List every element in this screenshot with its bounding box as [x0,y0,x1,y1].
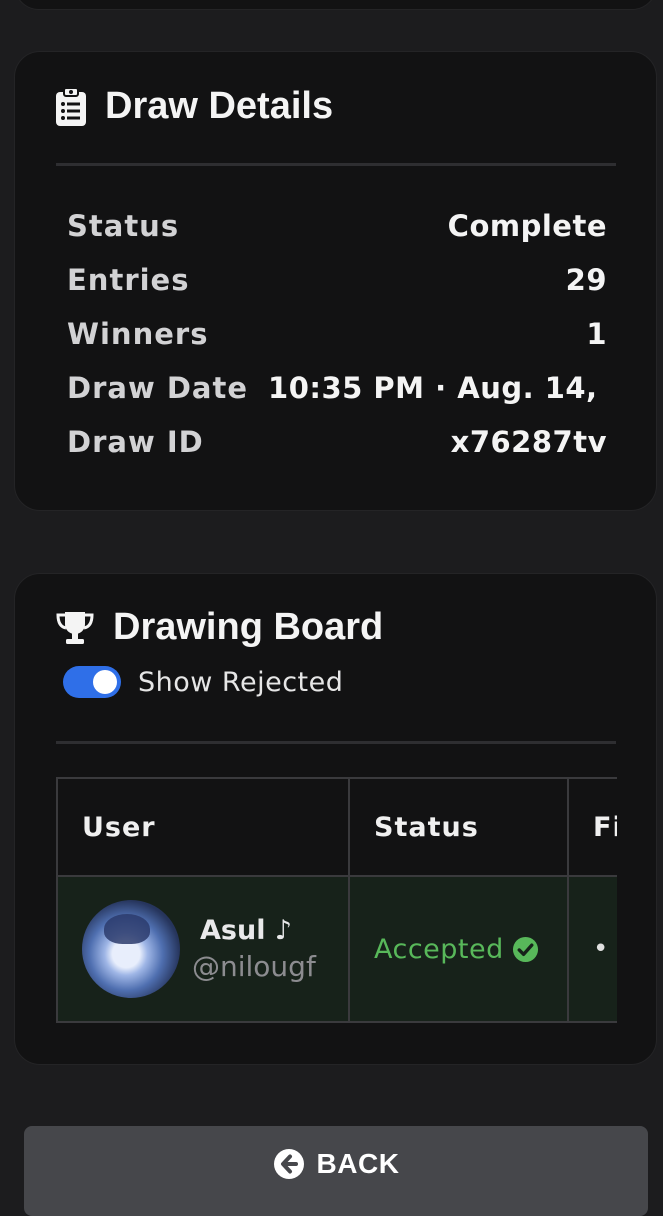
arrow-circle-left-icon [273,1149,304,1179]
status-value: Complete [447,209,607,243]
table-header-row: User Status Fi [56,777,617,877]
show-rejected-label: Show Rejected [138,666,344,698]
clipboard-list-icon [56,86,86,126]
previous-card [14,0,657,10]
status-accepted-text: Accepted [374,933,504,965]
board-divider [56,741,616,744]
info-row-draw-date: Draw Date 10:35 PM · Aug. 14, 20 [67,368,607,408]
avatar[interactable] [82,900,180,998]
draw-id-label: Draw ID [67,425,204,459]
winners-label: Winners [67,317,209,351]
status-cell: Accepted [348,875,569,1023]
user-name[interactable]: Asul ♪ [200,915,316,946]
draw-date-value: 10:35 PM · Aug. 14, 20 [268,371,607,405]
info-row-status: Status Complete [67,206,607,246]
table-row: Asul ♪ @nilougf Accepted • [56,875,617,1023]
fi-cell: • N [567,875,617,1023]
draw-details-header: Draw Details [55,85,333,128]
check-circle-icon [512,936,538,962]
info-row-winners: Winners 1 [67,314,607,354]
user-cell: Asul ♪ @nilougf [56,875,350,1023]
details-divider [56,163,616,166]
drawing-board-header: Drawing Board [55,606,383,649]
status-label: Status [67,209,180,243]
draw-details-card: Draw Details Status Complete Entries 29 … [14,51,657,511]
back-button[interactable]: BACK [24,1126,648,1216]
column-header-status[interactable]: Status [348,777,569,877]
draw-id-value: x76287tv [450,425,607,459]
drawing-board-table: User Status Fi Asul ♪ @nilougf [56,777,617,1023]
info-row-draw-id: Draw ID x76287tv [67,422,607,462]
info-row-entries: Entries 29 [67,260,607,300]
show-rejected-toggle[interactable] [63,666,121,698]
drawing-board-title: Drawing Board [113,606,384,648]
draw-details-title: Draw Details [105,85,334,127]
entries-value: 29 [565,263,607,297]
toggle-knob [93,670,117,694]
column-header-fi[interactable]: Fi [567,777,617,877]
winners-value: 1 [586,317,607,351]
show-rejected-row: Show Rejected [63,666,343,698]
drawing-board-card: Drawing Board Show Rejected User Status … [14,573,657,1065]
entries-label: Entries [67,263,190,297]
back-label: BACK [316,1148,400,1179]
trophy-icon [56,611,94,644]
drawing-board-table-wrap[interactable]: User Status Fi Asul ♪ @nilougf [56,777,617,1024]
draw-date-label: Draw Date [67,371,249,405]
column-header-user[interactable]: User [56,777,350,877]
user-handle[interactable]: @nilougf [192,950,316,983]
